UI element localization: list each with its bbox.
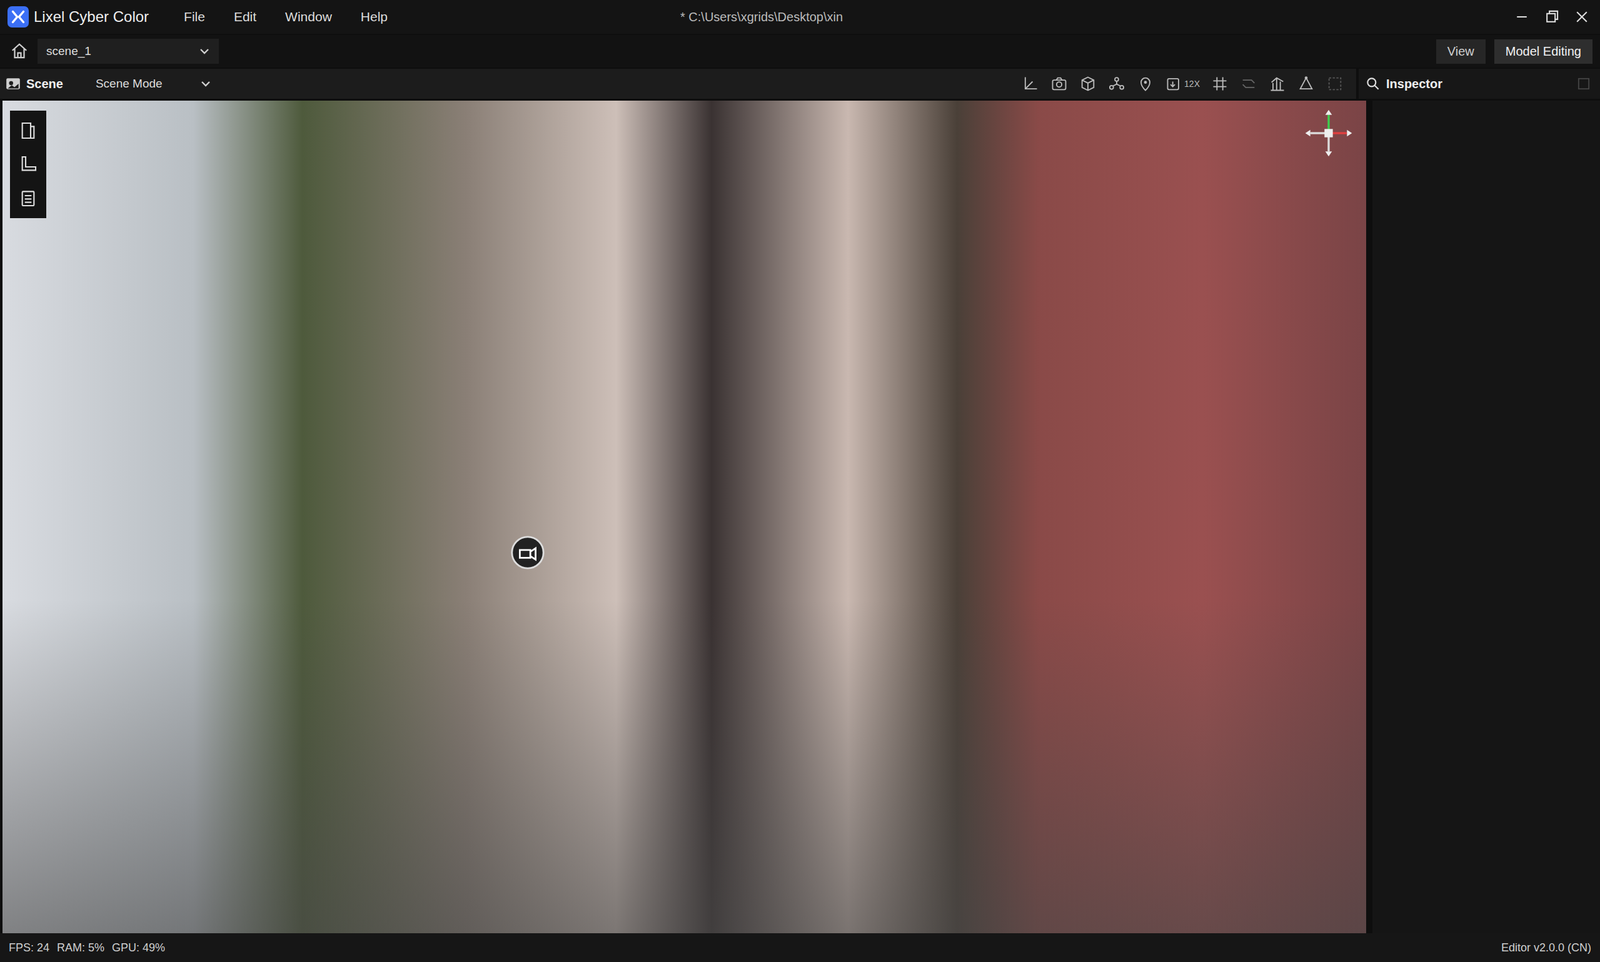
menu-item[interactable]: Edit (233, 9, 257, 25)
ram-reading: RAM: 5% (56, 941, 105, 955)
inspector-panel (1372, 100, 1600, 934)
viewport-side-toolbar (10, 110, 47, 219)
workspace (0, 98, 1600, 934)
scene-tab-label: Scene (26, 76, 64, 92)
brand: Lixel Cyber Color (7, 6, 149, 28)
grid-icon[interactable] (1211, 75, 1229, 93)
scene-tab[interactable]: Scene (5, 75, 64, 92)
cube-icon[interactable] (1079, 75, 1097, 93)
chevron-down-icon (198, 45, 211, 57)
scene-viewport[interactable] (2, 100, 1367, 934)
camera-icon[interactable] (1050, 75, 1068, 93)
pin-icon[interactable] (1136, 75, 1155, 93)
app-title: Lixel Cyber Color (33, 8, 149, 26)
viewport-toolbar: 12X (1021, 75, 1344, 93)
scene-render (2, 100, 1367, 934)
editor-version: Editor v2.0.0 (CN) (1501, 941, 1592, 955)
close-icon[interactable] (1573, 8, 1590, 26)
camera-marker-icon[interactable] (510, 535, 546, 571)
chart-icon[interactable] (1268, 75, 1287, 93)
speed-icon (1165, 75, 1183, 93)
mode-button[interactable]: View (1436, 39, 1486, 64)
tri-icon[interactable] (1297, 75, 1315, 93)
menu-item[interactable]: Help (360, 9, 388, 25)
speed-value: 12X (1184, 78, 1200, 89)
inspector-title: Inspector (1386, 76, 1443, 92)
menu-item[interactable]: File (183, 9, 206, 25)
clipboard-icon[interactable] (18, 188, 39, 209)
maximize-icon[interactable] (1543, 8, 1560, 26)
axis-gizmo-icon[interactable] (1303, 108, 1354, 159)
select-icon[interactable] (1326, 75, 1344, 93)
scene-dropdown-value: scene_1 (46, 44, 199, 59)
status-bar: FPS: 24 RAM: 5% GPU: 49% Editor v2.0.0 (CN) (0, 933, 1600, 962)
chevron-down-icon (200, 78, 212, 90)
layers-icon[interactable] (1239, 75, 1258, 93)
mode-button[interactable]: Model Editing (1494, 39, 1593, 64)
document-icon[interactable] (18, 120, 39, 141)
scene-bar: scene_1 View Model Editing (0, 35, 1600, 68)
logo-icon (7, 6, 29, 28)
menu-bar: File Edit Window Help (183, 9, 388, 25)
file-path: * C:\Users\xgrids\Desktop\xin (680, 0, 843, 34)
scene-mode-value: Scene Mode (95, 76, 163, 91)
panel-header-bar: Scene Scene Mode 12X Inspector (0, 68, 1600, 99)
editor-window: Lixel Cyber Color File Edit Window Help * C:\… (0, 0, 1600, 962)
scene-header: Scene Scene Mode 12X (0, 68, 1357, 99)
home-icon[interactable] (10, 41, 29, 61)
search-icon (1364, 75, 1382, 92)
ruler-icon[interactable] (18, 154, 39, 175)
axis-icon[interactable] (1021, 75, 1040, 93)
scene-icon (5, 75, 22, 92)
scene-dropdown[interactable]: scene_1 (37, 38, 219, 64)
inspector-header: Inspector (1358, 68, 1600, 99)
title-bar: Lixel Cyber Color File Edit Window Help * C:\… (0, 0, 1600, 34)
speed-control[interactable]: 12X (1165, 75, 1200, 93)
minimize-icon[interactable] (1513, 8, 1530, 26)
undock-icon[interactable] (1574, 75, 1593, 93)
fps-reading: FPS: 24 (8, 941, 50, 955)
menu-item[interactable]: Window (285, 9, 333, 25)
scene-mode-dropdown[interactable]: Scene Mode (90, 74, 217, 94)
window-controls (1513, 8, 1590, 26)
nodes-icon[interactable] (1107, 75, 1126, 93)
gpu-reading: GPU: 49% (111, 941, 166, 955)
